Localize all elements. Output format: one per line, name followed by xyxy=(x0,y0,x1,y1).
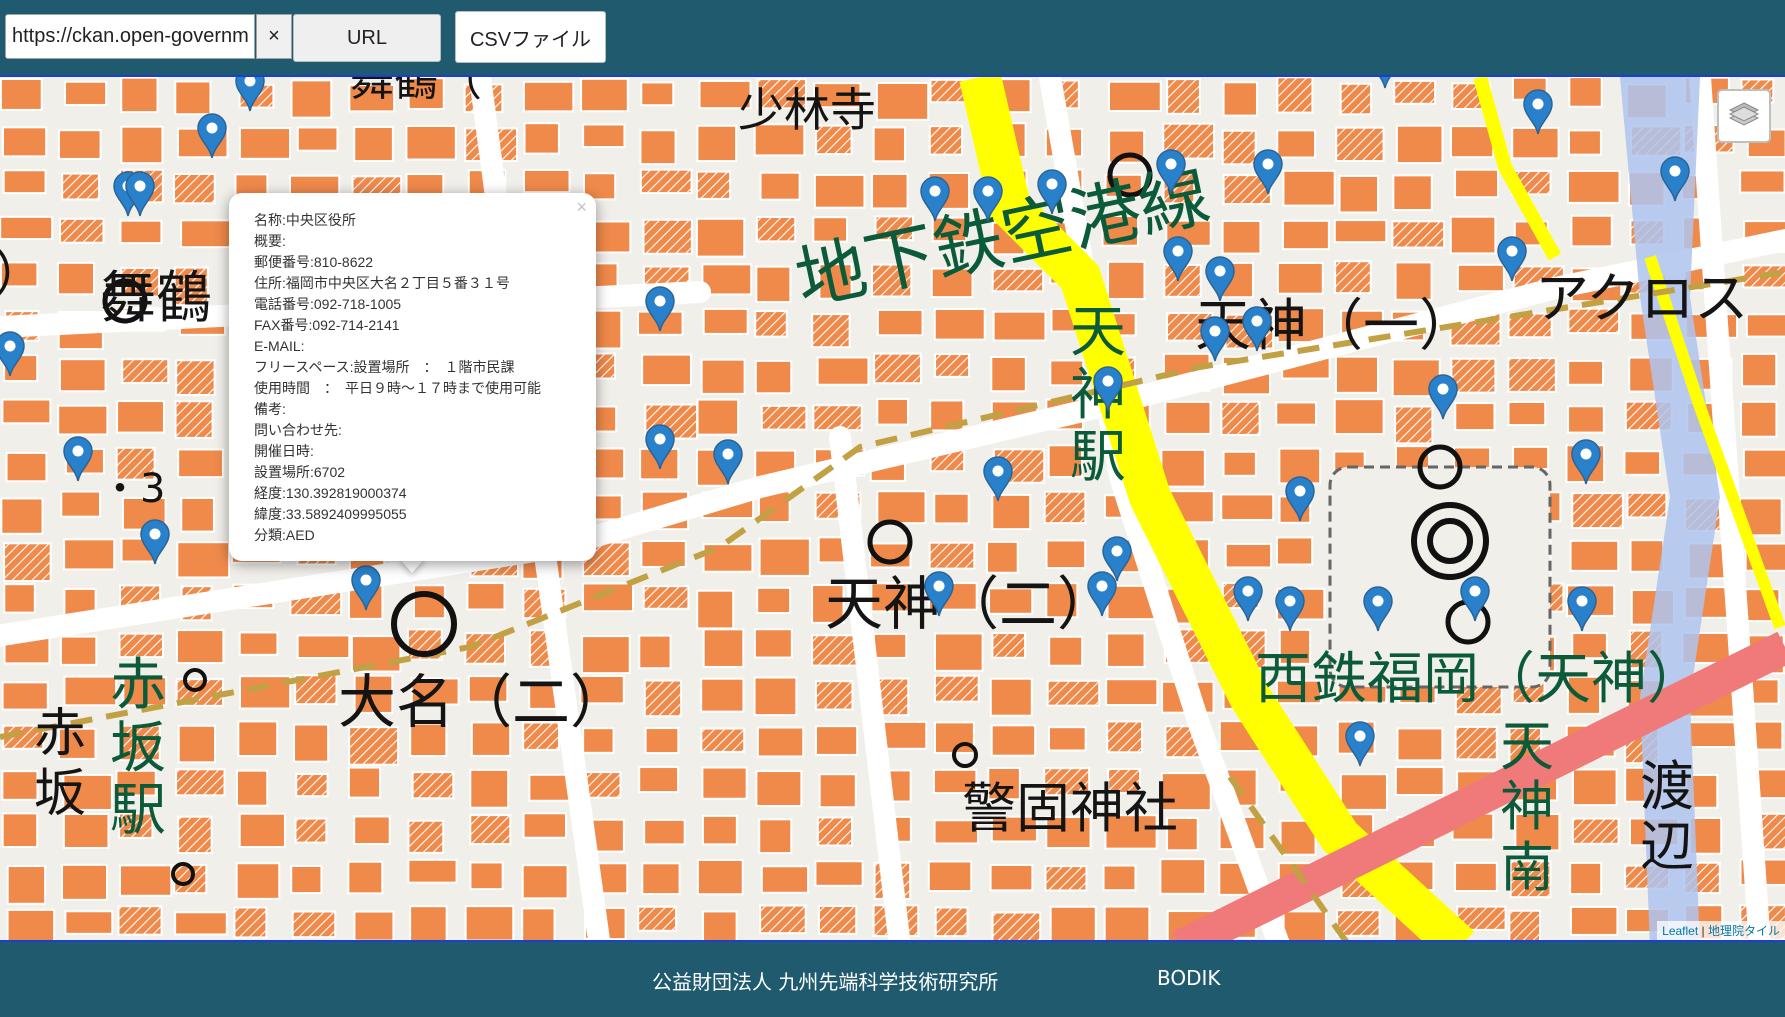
popup-row: 経度:130.392819000374 xyxy=(254,485,407,501)
place-label-maizuru: 舞鶴 xyxy=(100,266,212,331)
place-label-acros: アクロス xyxy=(1535,267,1749,330)
map-marker-pin-icon[interactable] xyxy=(1156,149,1186,195)
map-marker-pin-icon[interactable] xyxy=(351,565,381,611)
place-label-paren: ） xyxy=(0,249,44,299)
layers-control-button[interactable] xyxy=(1717,89,1771,143)
map-marker-pin-icon[interactable] xyxy=(1428,374,1458,420)
popup-row: 備考: xyxy=(254,401,286,417)
map-marker-pin-icon[interactable] xyxy=(1567,586,1597,632)
map-marker-pin-icon[interactable] xyxy=(1345,721,1375,767)
map-marker-pin-icon[interactable] xyxy=(1370,77,1400,89)
map-marker-pin-icon[interactable] xyxy=(125,171,155,217)
footer: 公益財団法人 九州先端科学技術研究所 BODIK xyxy=(0,942,1785,1017)
popup-row: 電話番号:092-718-1005 xyxy=(254,296,402,312)
popup-row: 設置場所:6702 xyxy=(254,464,346,480)
map-marker-pin-icon[interactable] xyxy=(924,571,954,617)
block-number-label: ・3 xyxy=(100,466,166,512)
map-marker-pin-icon[interactable] xyxy=(1093,366,1123,412)
place-label-akasaka: 赤坂 xyxy=(34,704,87,824)
map-marker-pin-icon[interactable] xyxy=(1253,149,1283,195)
place-label-keigo-shrine: 警固神社 xyxy=(962,777,1178,840)
map-marker-pin-icon[interactable] xyxy=(0,331,25,377)
map-marker-pin-icon[interactable] xyxy=(197,113,227,159)
popup-row: 開催日時: xyxy=(254,443,314,459)
map-marker-pin-icon[interactable] xyxy=(1523,89,1553,135)
popup-row: 概要: xyxy=(254,233,286,249)
map-marker-pin-icon[interactable] xyxy=(645,424,675,470)
place-label-tenjin-1: 天神（一） xyxy=(1195,294,1475,359)
popup-close-button[interactable]: × xyxy=(576,197,587,218)
map-marker-pin-icon[interactable] xyxy=(1087,571,1117,617)
popup-row: フリースペース:設置場所 ： １階市民課 xyxy=(254,359,515,375)
map-marker-pin-icon[interactable] xyxy=(1571,439,1601,485)
url-input[interactable] xyxy=(5,14,255,59)
footer-organization: 公益財団法人 九州先端科学技術研究所 xyxy=(652,970,999,994)
map-marker-pin-icon[interactable] xyxy=(1242,306,1272,352)
gsi-tiles-attribution-link[interactable]: 地理院タイル xyxy=(1708,924,1780,938)
popup-row: 問い合わせ先: xyxy=(254,422,342,438)
place-label-daimyo-2: 大名（二） xyxy=(338,668,629,736)
leaflet-attribution-link[interactable]: Leaflet xyxy=(1662,924,1698,938)
map-marker-pin-icon[interactable] xyxy=(645,286,675,332)
place-label-watanabe: 渡辺 xyxy=(1640,755,1694,879)
popup-row: 分類:AED xyxy=(254,527,315,543)
map-marker-pin-icon[interactable] xyxy=(1363,586,1393,632)
map-marker-pin-icon[interactable] xyxy=(1460,576,1490,622)
map-marker-pin-icon[interactable] xyxy=(1163,236,1193,282)
map-marker-pin-icon[interactable] xyxy=(1200,316,1230,362)
popup-row: E-MAIL: xyxy=(254,338,305,354)
map-marker-pin-icon[interactable] xyxy=(1275,586,1305,632)
station-label-tenjin-minami: 天神南 xyxy=(1500,715,1554,899)
map-marker-pin-icon[interactable] xyxy=(973,176,1003,222)
popup-row: FAX番号:092-714-2141 xyxy=(254,317,400,333)
popup-row: 使用時間 ： 平日９時～１７時まで使用可能 xyxy=(254,380,541,396)
map-marker-pin-icon[interactable] xyxy=(140,519,170,565)
station-label-nishitetsu-fukuoka-tenjin: 西鉄福岡（天神） xyxy=(1255,647,1703,712)
clear-url-button[interactable]: × xyxy=(256,14,292,59)
popup-details: 名称:中央区役所 概要: 郵便番号:810-8622 住所:福岡市中央区大名２丁目５番… xyxy=(254,210,572,546)
place-label-tenjin-2: 天神（二） xyxy=(825,570,1116,638)
map-marker-pin-icon[interactable] xyxy=(1497,236,1527,282)
map-marker-pin-icon[interactable] xyxy=(1233,576,1263,622)
map-marker-pin-icon[interactable] xyxy=(920,176,950,222)
map-view[interactable]: 少林寺 舞鶴（ 舞鶴 ） 地下鉄空港線 天神（一） アクロス 天神駅 天神（二）… xyxy=(0,75,1785,942)
url-load-button[interactable]: URL xyxy=(293,14,441,62)
map-marker-pin-icon[interactable] xyxy=(983,456,1013,502)
popup-row: 名称:中央区役所 xyxy=(254,212,356,228)
top-toolbar: × URL CSVファイル xyxy=(0,0,1785,75)
footer-brand: BODIK xyxy=(1157,966,1221,990)
popup-row: 郵便番号:810-8622 xyxy=(254,254,374,270)
map-marker-pin-icon[interactable] xyxy=(1285,476,1315,522)
map-attribution: Leaflet | 地理院タイル xyxy=(1657,921,1785,940)
map-marker-pin-icon[interactable] xyxy=(1660,156,1690,202)
map-marker-pin-icon[interactable] xyxy=(235,77,265,112)
popup-row: 緯度:33.5892409995055 xyxy=(254,506,407,522)
attribution-separator: | xyxy=(1698,924,1708,938)
place-label-shorinji: 少林寺 xyxy=(738,83,876,137)
csv-file-button[interactable]: CSVファイル xyxy=(455,11,606,63)
station-label-akasaka: 赤坂駅 xyxy=(110,653,166,844)
map-marker-pin-icon[interactable] xyxy=(1037,169,1067,215)
facility-popup: × 名称:中央区役所 概要: 郵便番号:810-8622 住所:福岡市中央区大名２丁目… xyxy=(229,193,596,561)
place-label-maizuru-top: 舞鶴（ xyxy=(350,75,482,106)
map-marker-pin-icon[interactable] xyxy=(1205,256,1235,302)
layers-icon xyxy=(1728,102,1760,126)
map-marker-pin-icon[interactable] xyxy=(713,439,743,485)
map-marker-pin-icon[interactable] xyxy=(63,436,93,482)
popup-row: 住所:福岡市中央区大名２丁目５番３１号 xyxy=(254,275,510,291)
